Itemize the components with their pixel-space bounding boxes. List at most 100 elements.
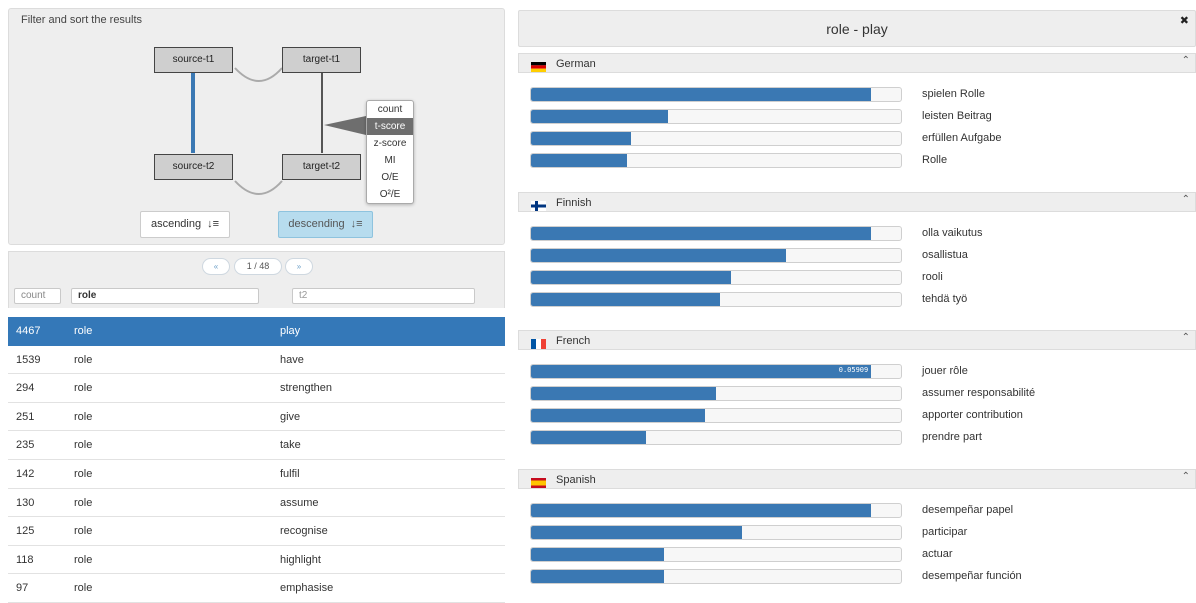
count-cell: 142 — [16, 467, 35, 480]
measure-t-score[interactable]: t-score — [367, 118, 413, 135]
results-table: 4467 role play 1539 role have 294 role strengthe… — [8, 317, 505, 603]
count-cell: 1539 — [16, 353, 41, 366]
language-name: German — [556, 58, 596, 70]
language-section: Finnish ⌃ olla vaikutus osallistua rooli tehd… — [518, 192, 1196, 307]
pager-bar: « 1 / 48 » count role t2 — [8, 251, 505, 308]
table-row[interactable]: 251 role give — [8, 403, 505, 432]
role-filter-input[interactable]: role — [71, 288, 259, 304]
prev-page-button[interactable]: « — [202, 258, 230, 275]
language-header[interactable]: German ⌃ — [518, 53, 1196, 73]
measure-mi[interactable]: MI — [367, 152, 413, 169]
sort-ascending-icon: ↓≡ — [207, 218, 220, 230]
sort-descending-label: descending — [288, 218, 345, 230]
score-bar — [530, 430, 902, 445]
score-bar-fill — [531, 409, 705, 422]
flag-icon — [531, 475, 546, 488]
translation-label: leisten Beitrag — [922, 110, 992, 122]
node-source-t1[interactable]: source-t1 — [154, 47, 233, 73]
t2-filter-input[interactable]: t2 — [292, 288, 475, 304]
t2-cell: highlight — [280, 553, 321, 566]
language-header[interactable]: Spanish ⌃ — [518, 469, 1196, 489]
measure-o2e[interactable]: O²/E — [367, 186, 413, 203]
table-row[interactable]: 142 role fulfil — [8, 460, 505, 489]
close-icon[interactable]: ✖ — [1180, 14, 1189, 27]
table-row[interactable]: 97 role emphasise — [8, 574, 505, 603]
score-bar — [530, 503, 902, 518]
language-header[interactable]: Finnish ⌃ — [518, 192, 1196, 212]
language-section: Spanish ⌃ desempeñar papel participar actuar… — [518, 469, 1196, 584]
measure-oe[interactable]: O/E — [367, 169, 413, 186]
translation-label: desempeñar función — [922, 570, 1022, 582]
node-target-t1[interactable]: target-t1 — [282, 47, 361, 73]
table-row[interactable]: 118 role highlight — [8, 546, 505, 575]
detail-title: role - play — [826, 21, 888, 37]
table-row[interactable]: 125 role recognise — [8, 517, 505, 546]
sort-ascending-button[interactable]: ascending ↓≡ — [140, 211, 230, 238]
count-cell: 235 — [16, 439, 35, 452]
table-row[interactable]: 1539 role have — [8, 346, 505, 375]
score-bar-fill — [531, 88, 872, 101]
collapse-icon[interactable]: ⌃ — [1182, 55, 1190, 66]
role-cell: role — [74, 325, 93, 337]
translation-label: rooli — [922, 271, 943, 283]
count-cell: 251 — [16, 410, 35, 423]
language-name: Spanish — [556, 474, 596, 486]
collapse-icon[interactable]: ⌃ — [1182, 194, 1190, 205]
score-bar-fill — [531, 110, 668, 123]
translation-label: actuar — [922, 548, 953, 560]
flag-icon — [531, 336, 546, 349]
translation-label: prendre part — [922, 431, 982, 443]
score-bar-fill — [531, 227, 872, 240]
role-cell: role — [74, 553, 93, 566]
t2-cell: assume — [280, 496, 319, 509]
score-bar — [530, 386, 902, 401]
t2-cell: have — [280, 353, 304, 366]
sort-descending-button[interactable]: descending ↓≡ — [278, 211, 373, 238]
translation-label: erfüllen Aufgabe — [922, 132, 1002, 144]
score-bar — [530, 569, 902, 584]
count-cell: 125 — [16, 525, 35, 538]
t2-cell: take — [280, 439, 301, 452]
score-bar — [530, 270, 902, 285]
role-cell: role — [74, 439, 93, 452]
score-bar-fill — [531, 387, 716, 400]
measure-menu: count t-score z-score MI O/E O²/E — [366, 100, 414, 204]
score-bar-fill — [531, 548, 665, 561]
count-cell: 97 — [16, 582, 29, 595]
table-row[interactable]: 294 role strengthen — [8, 374, 505, 403]
table-row[interactable]: 130 role assume — [8, 489, 505, 518]
flag-icon — [531, 198, 546, 211]
measure-z-score[interactable]: z-score — [367, 135, 413, 152]
relation-diagram — [191, 67, 366, 195]
score-bar-fill — [531, 431, 646, 444]
translation-label: spielen Rolle — [922, 88, 985, 100]
translation-label: tehdä työ — [922, 293, 968, 305]
sort-descending-icon: ↓≡ — [350, 218, 363, 230]
measure-pointer — [324, 116, 366, 135]
role-cell: role — [74, 410, 93, 423]
t2-arc — [234, 180, 283, 195]
node-source-t2[interactable]: source-t2 — [154, 154, 233, 180]
collapse-icon[interactable]: ⌃ — [1182, 471, 1190, 482]
language-section: French ⌃ 0.05909 jouer rôle assumer responsa… — [518, 330, 1196, 445]
score-bar-fill — [531, 365, 872, 378]
t2-cell: fulfil — [280, 467, 300, 480]
count-filter-input[interactable]: count — [14, 288, 61, 304]
next-page-button[interactable]: » — [285, 258, 313, 275]
page-indicator: 1 / 48 — [234, 258, 282, 275]
score-bar-fill — [531, 526, 742, 539]
language-section: German ⌃ spielen Rolle leisten Beitrag erfül… — [518, 53, 1196, 168]
language-header[interactable]: French ⌃ — [518, 330, 1196, 350]
node-target-t2[interactable]: target-t2 — [282, 154, 361, 180]
table-row[interactable]: 4467 role play — [8, 317, 505, 346]
count-cell: 4467 — [16, 325, 41, 337]
score-bar-fill — [531, 504, 872, 517]
filter-panel: Filter and sort the results source-t1 ta… — [8, 8, 505, 245]
translation-label: Rolle — [922, 154, 948, 166]
collapse-icon[interactable]: ⌃ — [1182, 332, 1190, 343]
translation-label: assumer responsabilité — [922, 387, 1036, 399]
table-row[interactable]: 235 role take — [8, 431, 505, 460]
measure-count[interactable]: count — [367, 101, 413, 118]
score-bar — [530, 226, 902, 241]
translation-label: jouer rôle — [922, 365, 968, 377]
